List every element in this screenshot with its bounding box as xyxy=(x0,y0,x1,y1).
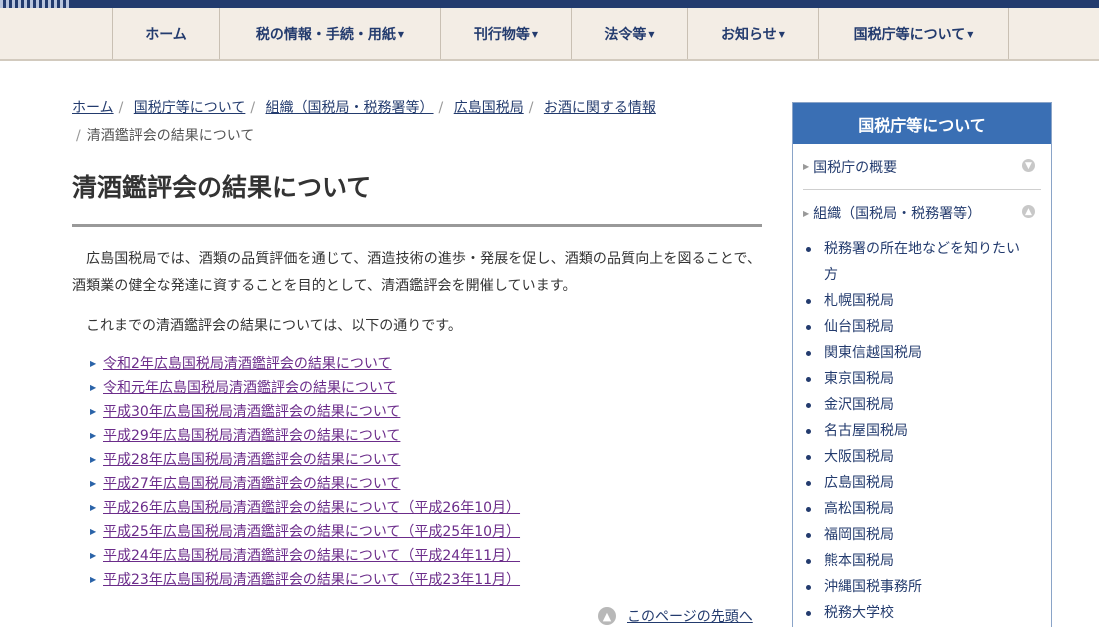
results-link-list: ▶ 令和2年広島国税局清酒鑑評会の結果について ▶ 令和元年広島国税局清酒鑑評会の結… xyxy=(90,352,520,592)
sidebar-section-overview[interactable]: ▶ 国税庁の概要 ▼ xyxy=(803,144,1041,190)
sidebar-item[interactable]: 税務大学校 xyxy=(805,600,1020,626)
result-link[interactable]: 令和2年広島国税局清酒鑑評会の結果について xyxy=(103,352,392,376)
list-item: ▶ 平成26年広島国税局清酒鑑評会の結果について（平成26年10月） xyxy=(90,496,520,520)
sidebar-item[interactable]: 仙台国税局 xyxy=(805,314,1020,340)
header-decoration xyxy=(0,0,70,8)
arrow-down-circle-icon[interactable]: ▼ xyxy=(1022,159,1035,172)
sidebar-item[interactable]: 名古屋国税局 xyxy=(805,418,1020,444)
result-link[interactable]: 平成24年広島国税局清酒鑑評会の結果について（平成24年11月） xyxy=(103,544,520,568)
nav-label: 国税庁等について xyxy=(853,26,966,43)
breadcrumb-link-sake-info[interactable]: お酒に関する情報 xyxy=(544,100,656,116)
result-link[interactable]: 平成27年広島国税局清酒鑑評会の結果について xyxy=(103,472,400,496)
breadcrumb-separator: / xyxy=(76,128,81,144)
triangle-right-icon: ▶ xyxy=(90,503,97,512)
breadcrumb-separator: / xyxy=(528,100,534,116)
nav-label: 法令等 xyxy=(604,26,647,43)
sidebar-section-label: 組織（国税局・税務署等） xyxy=(813,206,982,222)
caret-down-icon: ▼ xyxy=(967,30,974,39)
triangle-right-icon: ▶ xyxy=(803,208,810,218)
sidebar-item[interactable]: 熊本国税局 xyxy=(805,548,1020,574)
caret-down-icon: ▼ xyxy=(648,30,655,39)
result-link[interactable]: 平成25年広島国税局清酒鑑評会の結果について（平成25年10月） xyxy=(103,520,520,544)
result-link[interactable]: 平成23年広島国税局清酒鑑評会の結果について（平成23年11月） xyxy=(103,568,520,592)
list-item: ▶ 平成28年広島国税局清酒鑑評会の結果について xyxy=(90,448,520,472)
sidebar-item[interactable]: 大阪国税局 xyxy=(805,444,1020,470)
breadcrumb-separator: / xyxy=(118,100,124,116)
triangle-right-icon: ▶ xyxy=(90,407,97,416)
breadcrumb-link-about-nta[interactable]: 国税庁等について xyxy=(134,100,246,116)
caret-down-icon: ▼ xyxy=(397,30,405,39)
result-link[interactable]: 平成30年広島国税局清酒鑑評会の結果について xyxy=(103,400,400,424)
nav-label: お知らせ xyxy=(721,26,777,43)
nav-item-notices[interactable]: お知らせ ▼ xyxy=(688,8,819,59)
global-nav: ホーム 税の情報・手続・用紙 ▼ 刊行物等 ▼ 法令等 ▼ お知らせ ▼ 国税庁等につい… xyxy=(0,8,1099,61)
triangle-right-icon: ▶ xyxy=(90,575,97,584)
breadcrumb-link-hiroshima[interactable]: 広島国税局 xyxy=(454,100,524,116)
list-item: ▶ 平成23年広島国税局清酒鑑評会の結果について（平成23年11月） xyxy=(90,568,520,592)
nav-item-publications[interactable]: 刊行物等 ▼ xyxy=(441,8,572,59)
nav-item-about-nta[interactable]: 国税庁等について ▼ xyxy=(819,8,1009,59)
result-link[interactable]: 平成29年広島国税局清酒鑑評会の結果について xyxy=(103,424,400,448)
sidebar-item[interactable]: 関東信越国税局 xyxy=(805,340,1020,366)
list-item: ▶ 平成30年広島国税局清酒鑑評会の結果について xyxy=(90,400,520,424)
sidebar-item[interactable]: 札幌国税局 xyxy=(805,288,1020,314)
sidebar-item[interactable]: 福岡国税局 xyxy=(805,522,1020,548)
sidebar-title: 国税庁等について xyxy=(793,103,1051,144)
breadcrumb-separator: / xyxy=(250,100,256,116)
sidebar-item[interactable]: 東京国税局 xyxy=(805,366,1020,392)
arrow-up-circle-icon[interactable]: ▲ xyxy=(1022,205,1035,218)
breadcrumb-link-organization[interactable]: 組織（国税局・税務署等） xyxy=(266,100,434,116)
nav-label: 刊行物等 xyxy=(473,26,530,43)
result-link[interactable]: 平成28年広島国税局清酒鑑評会の結果について xyxy=(103,448,400,472)
arrow-up-circle-icon: ▲ xyxy=(598,607,616,625)
sidebar-org-list: 税務署の所在地などを知りたい方 札幌国税局 仙台国税局 関東信越国税局 東京国税… xyxy=(805,236,1051,626)
triangle-right-icon: ▶ xyxy=(90,359,97,368)
list-item: ▶ 平成24年広島国税局清酒鑑評会の結果について（平成24年11月） xyxy=(90,544,520,568)
sidebar-item[interactable]: 金沢国税局 xyxy=(805,392,1020,418)
nav-item-laws[interactable]: 法令等 ▼ xyxy=(572,8,688,59)
caret-down-icon: ▼ xyxy=(531,30,539,39)
breadcrumb-current: 清酒鑑評会の結果について xyxy=(86,128,255,144)
page-top-link[interactable]: ▲ このページの先頭へ xyxy=(598,604,753,627)
list-item: ▶ 令和2年広島国税局清酒鑑評会の結果について xyxy=(90,352,520,376)
sidebar: 国税庁等について ▶ 国税庁の概要 ▼ ▶ 組織（国税局・税務署等） ▲ 税務署… xyxy=(792,102,1052,627)
sidebar-section-organization[interactable]: ▶ 組織（国税局・税務署等） ▲ xyxy=(803,190,1041,236)
sidebar-section-label: 国税庁の概要 xyxy=(813,159,898,176)
breadcrumb-link-home[interactable]: ホーム xyxy=(72,100,114,116)
triangle-right-icon: ▶ xyxy=(90,479,97,488)
nav-label: ホーム xyxy=(145,26,187,43)
sidebar-item[interactable]: 高松国税局 xyxy=(805,496,1020,522)
breadcrumb-separator: / xyxy=(438,100,444,116)
triangle-right-icon: ▶ xyxy=(90,383,97,392)
intro-paragraph: 広島国税局では、酒類の品質評価を通じて、酒造技術の進歩・発展を促し、酒類の品質向… xyxy=(72,251,762,294)
intro-paragraph-2: これまでの清酒鑑評会の結果については、以下の通りです。 xyxy=(86,318,462,334)
triangle-right-icon: ▶ xyxy=(90,431,97,440)
triangle-right-icon: ▶ xyxy=(90,527,97,536)
triangle-right-icon: ▶ xyxy=(90,551,97,560)
result-link[interactable]: 令和元年広島国税局清酒鑑評会の結果について xyxy=(103,376,397,400)
list-item: ▶ 平成25年広島国税局清酒鑑評会の結果について（平成25年10月） xyxy=(90,520,520,544)
nav-label: 税の情報・手続・用紙 xyxy=(255,26,396,43)
result-link[interactable]: 平成26年広島国税局清酒鑑評会の結果について（平成26年10月） xyxy=(103,496,520,520)
sidebar-item[interactable]: 広島国税局 xyxy=(805,470,1020,496)
nav-item-home[interactable]: ホーム xyxy=(113,8,220,59)
list-item: ▶ 平成29年広島国税局清酒鑑評会の結果について xyxy=(90,424,520,448)
caret-down-icon: ▼ xyxy=(778,30,785,39)
sidebar-item[interactable]: 沖縄国税事務所 xyxy=(805,574,1020,600)
sidebar-item[interactable]: 税務署の所在地などを知りたい方 xyxy=(805,236,1020,288)
page-top-label[interactable]: このページの先頭へ xyxy=(627,606,753,626)
page-title: 清酒鑑評会の結果について xyxy=(72,172,762,227)
list-item: ▶ 令和元年広島国税局清酒鑑評会の結果について xyxy=(90,376,520,400)
triangle-right-icon: ▶ xyxy=(803,162,810,171)
nav-item-tax-info[interactable]: 税の情報・手続・用紙 ▼ xyxy=(220,8,441,59)
triangle-right-icon: ▶ xyxy=(90,455,97,464)
list-item: ▶ 平成27年広島国税局清酒鑑評会の結果について xyxy=(90,472,520,496)
breadcrumb: ホーム / 国税庁等について / 組織（国税局・税務署等） / 広島国税局 / お酒に関… xyxy=(72,94,762,150)
top-strip xyxy=(0,0,1099,8)
